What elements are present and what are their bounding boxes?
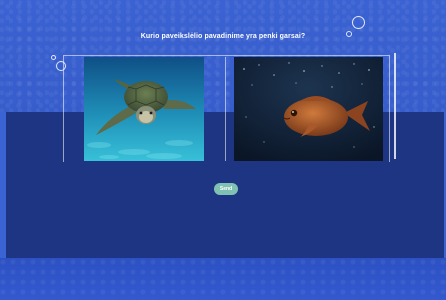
send-button[interactable]: Send: [214, 183, 238, 195]
sea-turtle-photo: [84, 57, 204, 161]
fish-photo: [234, 57, 383, 161]
bubble-icon: [51, 55, 56, 60]
question-title: Kurio paveikslėlio pavadinime yra penki …: [140, 33, 306, 40]
background-bottom: [0, 258, 446, 300]
sea-turtle-image[interactable]: [84, 57, 204, 161]
card-frame-edge: [394, 53, 396, 159]
bubble-icon: [352, 16, 365, 29]
card-divider: [225, 57, 226, 161]
fish-image[interactable]: [234, 57, 383, 161]
quiz-screen: Kurio paveikslėlio pavadinime yra penki …: [0, 0, 446, 300]
